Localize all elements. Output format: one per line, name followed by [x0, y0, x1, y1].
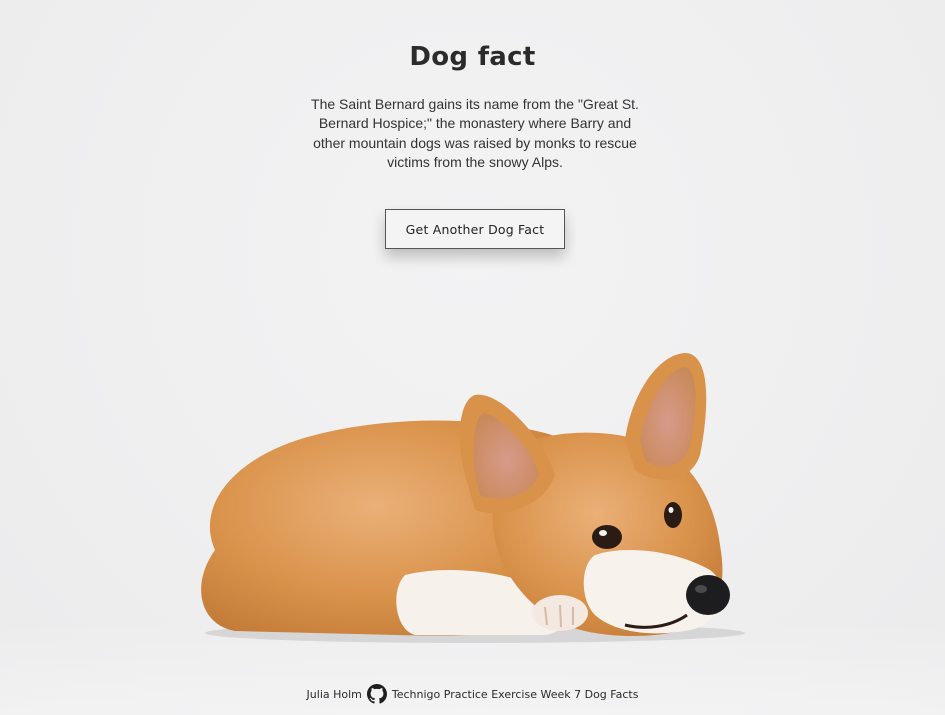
dog-fact-text: The Saint Bernard gains its name from th… [311, 96, 639, 170]
page-title: Dog fact [409, 42, 536, 72]
footer-author: Julia Holm [306, 687, 362, 701]
footer: Julia Holm Technigo Practice Exercise We… [0, 682, 945, 706]
github-icon [366, 684, 387, 704]
github-link[interactable] [366, 684, 387, 704]
footer-project: Technigo Practice Exercise Week 7 Dog Fa… [391, 687, 639, 701]
corgi-image [201, 353, 745, 643]
dog-fact-page: Dog fact The Saint Bernard gains its nam… [0, 0, 945, 715]
get-another-dog-fact-button[interactable]: Get Another Dog Fact [385, 209, 565, 249]
